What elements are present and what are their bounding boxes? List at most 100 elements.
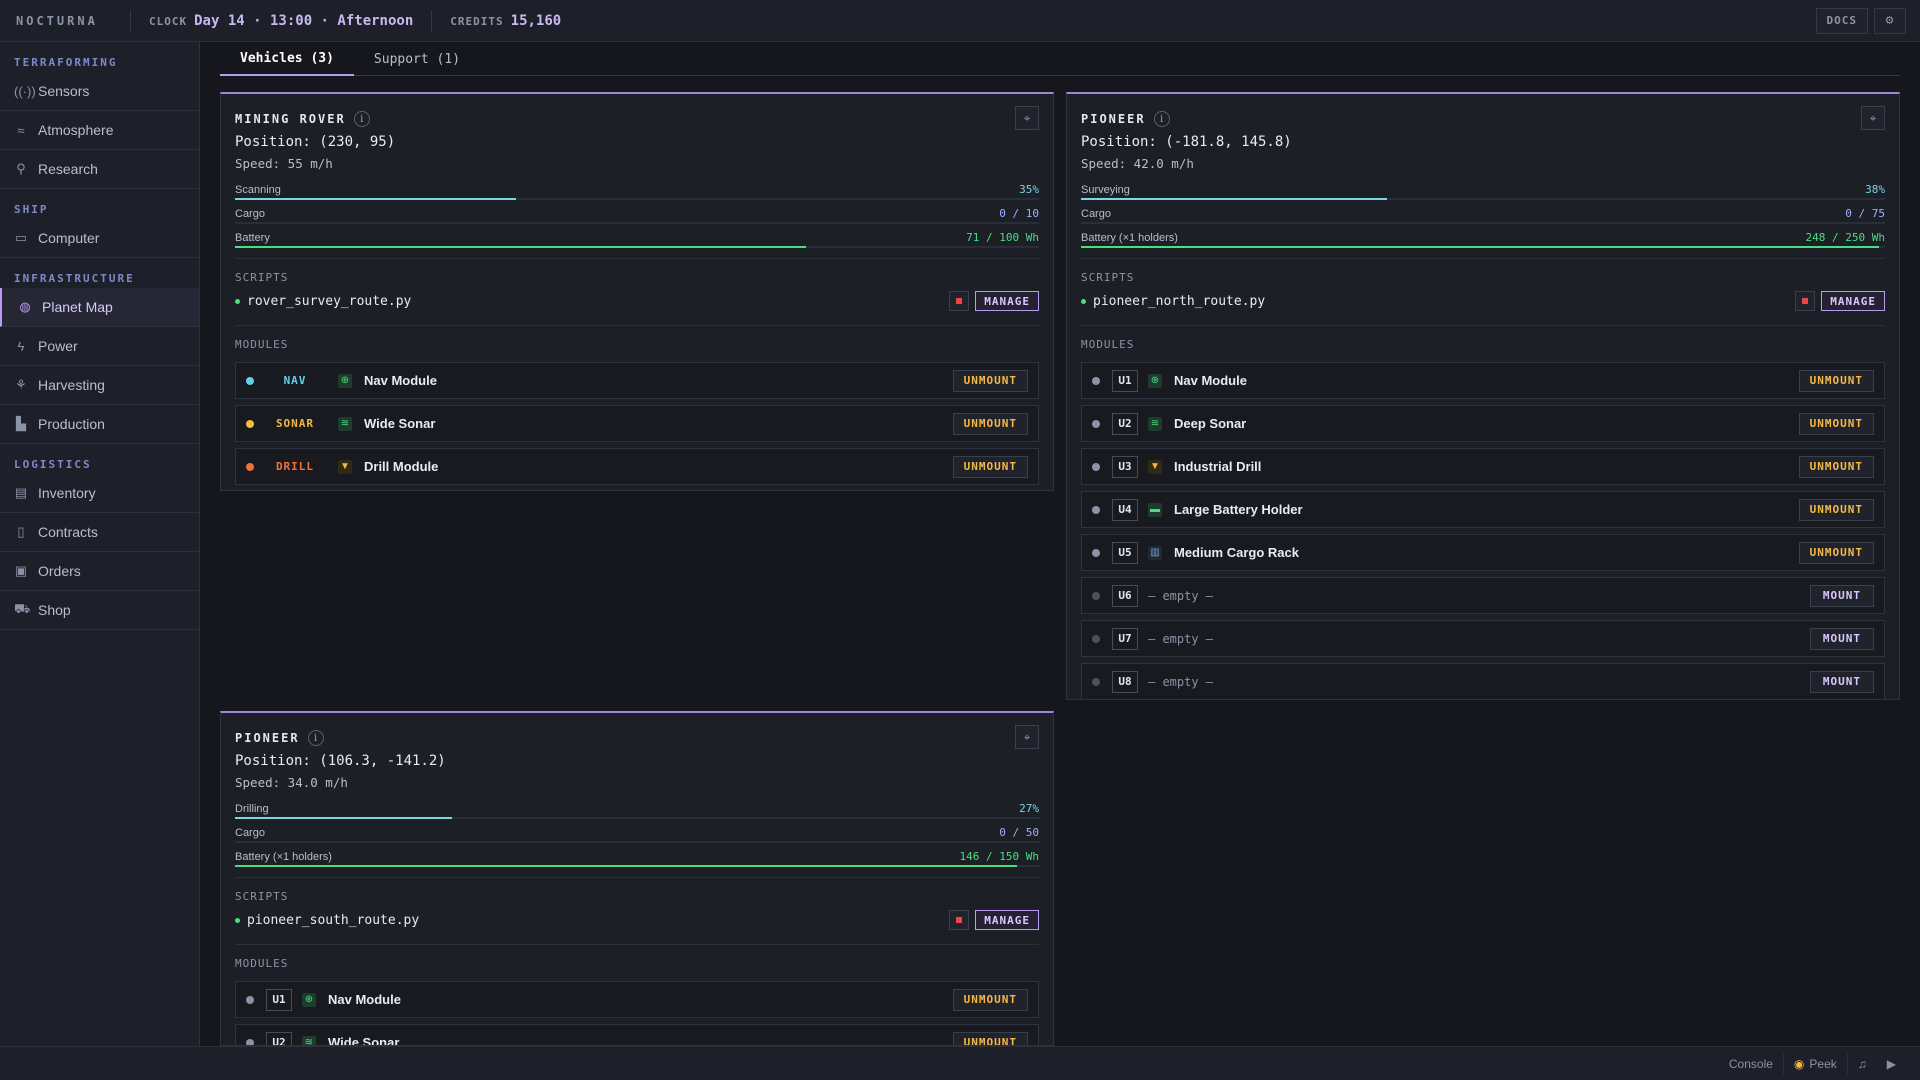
stop-script-button[interactable] bbox=[1795, 291, 1816, 311]
script-name: rover_survey_route.py bbox=[247, 293, 412, 309]
module-slot: U1 bbox=[1112, 369, 1138, 392]
sidebar-item-harvesting[interactable]: ⚘ Harvesting bbox=[0, 366, 199, 405]
sidebar-item-label: Orders bbox=[38, 563, 81, 579]
info-icon[interactable]: i bbox=[353, 111, 370, 127]
module-empty-label: — empty — bbox=[1148, 674, 1214, 689]
sensors-icon: ((·)) bbox=[14, 83, 36, 99]
stat-row: Surveying 38% bbox=[1081, 180, 1885, 196]
vehicle-name: MINING ROVER bbox=[235, 112, 346, 126]
sidebar-item-production[interactable]: ▙ Production bbox=[0, 405, 199, 444]
progress-fill bbox=[235, 198, 517, 200]
module-slot: U5 bbox=[1112, 541, 1138, 564]
console-button[interactable]: Console bbox=[1719, 1054, 1783, 1074]
sidebar-item-power[interactable]: ϟ Power bbox=[0, 327, 199, 366]
manage-script-button[interactable]: MANAGE bbox=[1821, 291, 1885, 311]
locate-icon[interactable]: ⌖ bbox=[1015, 106, 1039, 130]
tab-vehicles[interactable]: Vehicles (3) bbox=[220, 42, 354, 76]
vehicle-card: PIONEER i ⌖ Position: (106.3, -141.2) Speed:… bbox=[220, 711, 1054, 1046]
unmount-button[interactable]: UNMOUNT bbox=[952, 412, 1028, 435]
stat-label: Cargo bbox=[235, 827, 265, 839]
vehicle-position: Position: (230, 95) bbox=[235, 134, 396, 150]
modules-title: MODULES bbox=[235, 338, 289, 351]
script-name: pioneer_south_route.py bbox=[247, 912, 420, 928]
unmount-button[interactable]: UNMOUNT bbox=[1798, 455, 1874, 478]
play-icon: ▶ bbox=[1886, 1056, 1896, 1071]
cart-icon: ⛟ bbox=[14, 601, 31, 616]
stop-icon bbox=[956, 917, 963, 923]
stat-cargo: Cargo 0 / 75 bbox=[1081, 204, 1885, 224]
tab-support[interactable]: Support (1) bbox=[354, 42, 480, 76]
info-icon[interactable]: i bbox=[1153, 111, 1170, 127]
module-slot: U2 bbox=[266, 1031, 292, 1045]
sidebar-item-inventory[interactable]: ▤ Inventory bbox=[0, 474, 199, 513]
vehicle-name: PIONEER bbox=[235, 731, 300, 745]
module-status-dot bbox=[246, 376, 254, 385]
module-row: SONAR ≋ Wide Sonar UNMOUNT bbox=[235, 405, 1039, 442]
unmount-button[interactable]: UNMOUNT bbox=[952, 1031, 1028, 1045]
locate-icon[interactable]: ⌖ bbox=[1015, 725, 1039, 749]
mount-button[interactable]: MOUNT bbox=[1809, 627, 1874, 650]
stat-battery: Battery (×1 holders) 146 / 150 Wh bbox=[235, 847, 1039, 867]
unmount-button[interactable]: UNMOUNT bbox=[1798, 498, 1874, 521]
scripts-title: SCRIPTS bbox=[235, 271, 289, 284]
mount-button[interactable]: MOUNT bbox=[1809, 670, 1874, 693]
unmount-button[interactable]: UNMOUNT bbox=[1798, 541, 1874, 564]
document-icon: ▯ bbox=[17, 524, 25, 539]
manage-script-button[interactable]: MANAGE bbox=[975, 291, 1039, 311]
vehicle-card: MINING ROVER i ⌖ Position: (230, 95) Speed: … bbox=[220, 92, 1054, 491]
app-brand: NOCTURNA bbox=[16, 13, 98, 28]
music-button[interactable]: ♫ bbox=[1846, 1053, 1877, 1074]
sidebar-item-research[interactable]: ⚲ Research bbox=[0, 150, 199, 189]
manage-script-button[interactable]: MANAGE bbox=[975, 910, 1039, 930]
research-icon: ⚲ bbox=[16, 161, 26, 176]
module-name: Wide Sonar bbox=[328, 1035, 400, 1046]
module-row: U8 — empty — MOUNT bbox=[1081, 663, 1885, 700]
info-icon[interactable]: i bbox=[307, 730, 324, 746]
sidebar-item-contracts[interactable]: ▯ Contracts bbox=[0, 513, 199, 552]
sidebar-item-atmosphere[interactable]: ≈ Atmosphere bbox=[0, 111, 199, 150]
sidebar-item-computer[interactable]: ▭ Computer bbox=[0, 219, 199, 258]
lightning-icon: ϟ bbox=[17, 338, 25, 354]
peek-button[interactable]: ◉ Peek bbox=[1782, 1053, 1847, 1074]
sidebar-section-title: TERRAFORMING bbox=[14, 56, 118, 69]
script-status-dot bbox=[1081, 298, 1086, 304]
vehicle-header: MINING ROVER i bbox=[235, 110, 1039, 128]
vehicle-header: PIONEER i bbox=[235, 729, 1039, 747]
locate-icon[interactable]: ⌖ bbox=[1861, 106, 1885, 130]
divider bbox=[1081, 325, 1885, 326]
sidebar: TERRAFORMING ((·)) Sensors ≈ Atmosphere ⚲ Rese… bbox=[0, 42, 200, 1046]
play-button[interactable]: ▶ bbox=[1877, 1054, 1906, 1074]
stat-value: 146 / 150 Wh bbox=[959, 850, 1039, 863]
module-slot: U7 bbox=[1112, 627, 1138, 650]
unmount-button[interactable]: UNMOUNT bbox=[952, 369, 1028, 392]
mount-button[interactable]: MOUNT bbox=[1809, 584, 1874, 607]
module-empty-label: — empty — bbox=[1148, 588, 1214, 603]
sidebar-item-orders[interactable]: ▣ Orders bbox=[0, 552, 199, 591]
module-slot: U3 bbox=[1112, 455, 1138, 478]
unmount-button[interactable]: UNMOUNT bbox=[1798, 369, 1874, 392]
docs-button[interactable]: DOCS bbox=[1815, 7, 1868, 34]
credits-label: CREDITS bbox=[450, 14, 504, 28]
unmount-button[interactable]: UNMOUNT bbox=[952, 988, 1028, 1011]
sidebar-item-shop[interactable]: ⛟ Shop bbox=[0, 591, 199, 630]
module-row: NAV ⊕ Nav Module UNMOUNT bbox=[235, 362, 1039, 399]
sidebar-item-label: Harvesting bbox=[38, 377, 105, 393]
vehicle-card: PIONEER i ⌖ Position: (-181.8, 145.8) Speed:… bbox=[1066, 92, 1900, 700]
sidebar-item-sensors[interactable]: ((·)) Sensors bbox=[0, 72, 199, 111]
stop-script-button[interactable] bbox=[949, 910, 970, 930]
vehicle-speed: Speed: 55 m/h bbox=[235, 156, 333, 171]
script-row: pioneer_south_route.py MANAGE bbox=[235, 906, 1039, 934]
stat-value: 35% bbox=[1019, 183, 1039, 196]
stat-value: 38% bbox=[1865, 183, 1885, 196]
stop-script-button[interactable] bbox=[949, 291, 970, 311]
sidebar-item-planet-map[interactable]: ◍ Planet Map bbox=[0, 288, 199, 327]
module-status-dot bbox=[1092, 376, 1100, 385]
module-name: Deep Sonar bbox=[1174, 416, 1247, 431]
unmount-button[interactable]: UNMOUNT bbox=[952, 455, 1028, 478]
stat-row: Scanning 35% bbox=[235, 180, 1039, 196]
gear-icon[interactable]: ⚙ bbox=[1874, 7, 1906, 34]
credits-value: 15,160 bbox=[510, 12, 562, 29]
drill-module-icon: ▼ bbox=[1148, 459, 1162, 474]
unmount-button[interactable]: UNMOUNT bbox=[1798, 412, 1874, 435]
divider bbox=[1081, 258, 1885, 259]
